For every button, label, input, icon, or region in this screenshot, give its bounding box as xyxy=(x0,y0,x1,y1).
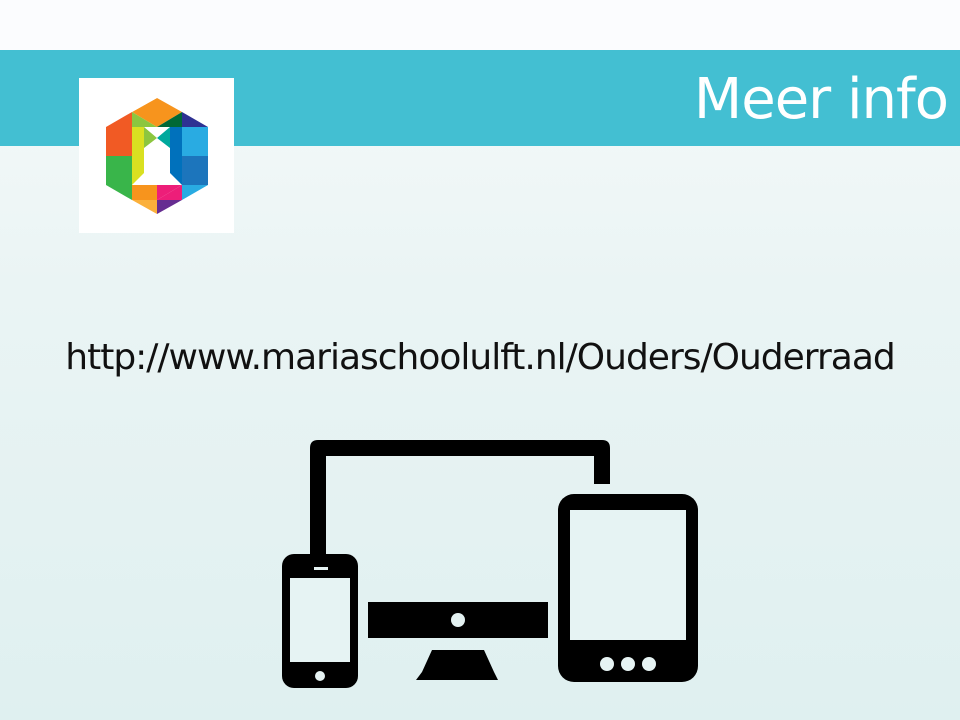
hexagon-logo-icon xyxy=(106,98,208,214)
top-strip xyxy=(0,0,960,50)
ouderraad-url[interactable]: http://www.mariaschoolulft.nl/Ouders/Oud… xyxy=(0,334,960,382)
school-logo xyxy=(79,78,234,233)
responsive-devices-icon xyxy=(282,440,698,688)
slide-title: Meer info xyxy=(693,67,949,132)
monitor-stand xyxy=(416,650,498,680)
